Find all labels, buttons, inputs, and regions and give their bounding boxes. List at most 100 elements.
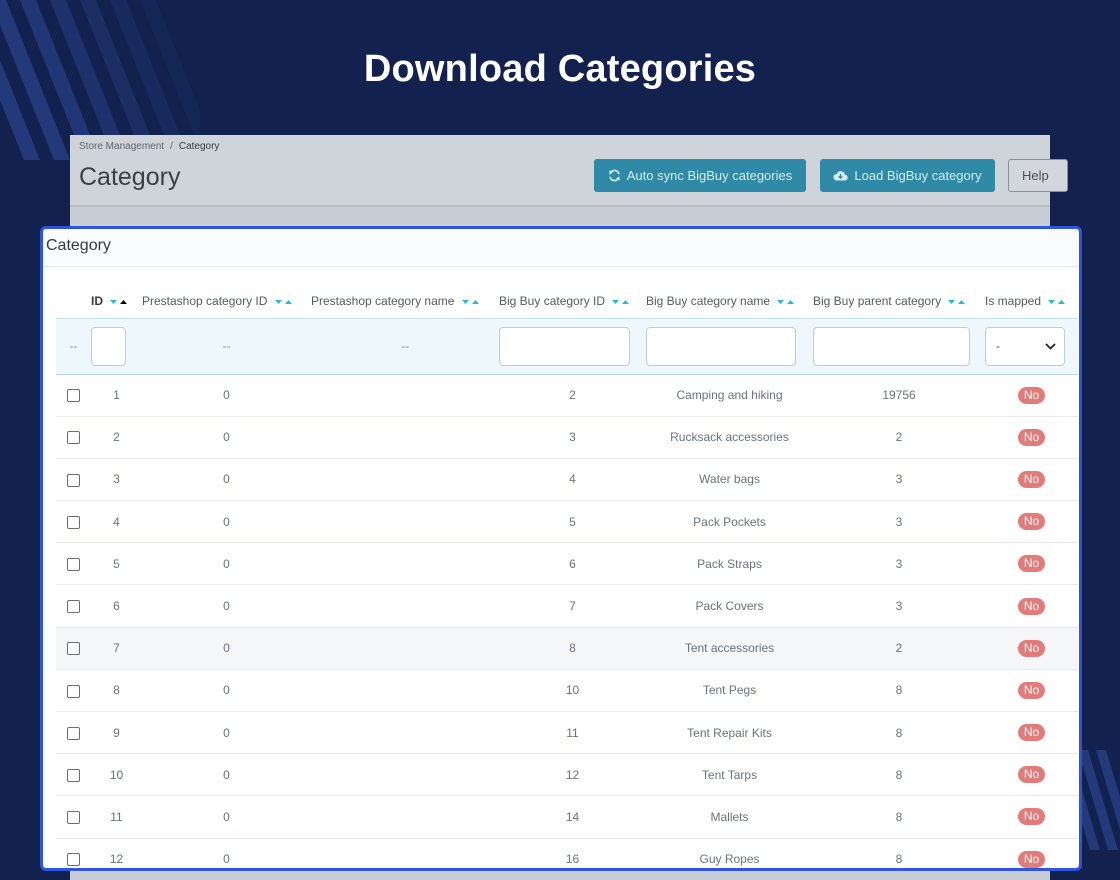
sort-desc-icon[interactable] xyxy=(1048,299,1056,304)
page-header: Store Management / Category Category Auto … xyxy=(70,135,1068,207)
table-row[interactable]: 2 0 3 Rucksack accessories 2 No xyxy=(56,416,1078,459)
cell-bigbuy-parent: 8 xyxy=(813,795,985,839)
row-select-cell xyxy=(56,753,91,797)
cell-id: 7 xyxy=(91,627,142,670)
sort-desc-icon[interactable] xyxy=(110,299,118,304)
column-header-bigbuy-parent[interactable]: Big Buy parent category xyxy=(813,285,985,318)
table-row[interactable]: 11 0 14 Mallets 8 No xyxy=(56,795,1078,839)
row-checkbox[interactable] xyxy=(67,473,80,487)
filter-bigbuy-name-input[interactable] xyxy=(646,326,796,366)
table-row[interactable]: 1 0 2 Camping and hiking 19756 No xyxy=(56,374,1078,417)
breadcrumb-parent[interactable]: Store Management xyxy=(79,141,164,152)
sort-icons[interactable] xyxy=(461,295,481,309)
cell-id: 11 xyxy=(91,795,142,839)
help-button[interactable]: Help xyxy=(1008,159,1068,192)
cell-prestashop-name xyxy=(311,584,499,628)
column-header-is-mapped[interactable]: Is mapped xyxy=(985,285,1078,318)
cell-id: 12 xyxy=(91,838,142,868)
cell-prestashop-name xyxy=(311,542,499,586)
auto-sync-button[interactable]: Auto sync BigBuy categories xyxy=(594,159,806,192)
chevron-down-icon xyxy=(1045,342,1056,350)
sort-desc-icon[interactable] xyxy=(461,299,469,304)
sort-icons[interactable] xyxy=(611,295,631,309)
column-header-label: Prestashop category name xyxy=(311,293,455,308)
row-checkbox[interactable] xyxy=(67,431,80,445)
row-checkbox[interactable] xyxy=(67,853,80,867)
row-checkbox[interactable] xyxy=(67,726,80,740)
filter-bigbuy-parent-input[interactable] xyxy=(813,326,970,366)
row-checkbox[interactable] xyxy=(67,811,80,825)
table-row[interactable]: 8 0 10 Tent Pegs 8 No xyxy=(56,669,1078,713)
sort-desc-icon[interactable] xyxy=(274,299,282,304)
column-header-id[interactable]: ID xyxy=(91,285,142,318)
table-row[interactable]: 6 0 7 Pack Covers 3 No xyxy=(56,584,1078,628)
sort-asc-icon[interactable] xyxy=(787,299,795,304)
cell-bigbuy-id: 6 xyxy=(499,542,646,586)
sort-desc-icon[interactable] xyxy=(777,299,785,304)
filter-bigbuy-id-input[interactable] xyxy=(499,326,630,366)
breadcrumb-current: Category xyxy=(178,141,220,152)
table-row[interactable]: 5 0 6 Pack Straps 3 No xyxy=(56,542,1078,586)
sort-icons[interactable] xyxy=(947,295,967,309)
row-select-cell xyxy=(56,838,91,868)
sort-desc-icon[interactable] xyxy=(612,299,620,304)
cell-id: 2 xyxy=(91,416,142,459)
cell-bigbuy-id: 14 xyxy=(499,795,646,839)
filter-is-mapped-select[interactable]: - xyxy=(985,326,1065,366)
sort-desc-icon[interactable] xyxy=(948,299,956,304)
cell-bigbuy-name: Pack Straps xyxy=(646,542,813,586)
table-row[interactable]: 7 0 8 Tent accessories 2 No xyxy=(56,627,1078,670)
cell-bigbuy-parent: 3 xyxy=(813,542,985,586)
cell-bigbuy-parent: 3 xyxy=(813,584,985,628)
row-checkbox[interactable] xyxy=(67,600,80,614)
column-header-prestashop-id[interactable]: Prestashop category ID xyxy=(142,285,311,318)
row-checkbox[interactable] xyxy=(67,684,80,698)
cell-prestashop-id: 0 xyxy=(142,795,311,839)
column-header-bigbuy-id[interactable]: Big Buy category ID xyxy=(499,285,646,318)
table-row[interactable]: 10 0 12 Tent Tarps 8 No xyxy=(56,753,1078,797)
sort-icons[interactable] xyxy=(776,295,796,309)
row-checkbox[interactable] xyxy=(67,389,80,403)
row-select-cell xyxy=(56,795,91,839)
cell-bigbuy-name: Camping and hiking xyxy=(646,374,813,417)
table-row[interactable]: 3 0 4 Water bags 3 No xyxy=(56,458,1078,502)
column-header-bigbuy-name[interactable]: Big Buy category name xyxy=(646,285,813,318)
cell-prestashop-name xyxy=(311,669,499,713)
cell-bigbuy-parent: 3 xyxy=(813,458,985,502)
status-badge: No xyxy=(1017,597,1046,615)
status-badge: No xyxy=(1017,639,1046,657)
cell-prestashop-id: 0 xyxy=(142,416,311,459)
status-badge: No xyxy=(1017,766,1046,784)
category-panel: Category ID Prestashop category ID Prest… xyxy=(40,226,1082,871)
cell-bigbuy-parent: 8 xyxy=(813,838,985,868)
cell-bigbuy-parent: 2 xyxy=(813,627,985,670)
filter-id-input[interactable] xyxy=(91,326,126,366)
sort-icons[interactable] xyxy=(109,295,129,309)
sort-asc-icon[interactable] xyxy=(1058,299,1066,304)
filter-placeholder: -- xyxy=(311,317,499,375)
cell-prestashop-id: 0 xyxy=(142,669,311,713)
cell-bigbuy-parent: 8 xyxy=(813,669,985,713)
sort-asc-icon[interactable] xyxy=(284,299,292,304)
category-table: ID Prestashop category ID Prestashop cat… xyxy=(56,285,1078,868)
row-checkbox[interactable] xyxy=(67,642,80,656)
column-header-prestashop-name[interactable]: Prestashop category name xyxy=(311,285,499,318)
help-label: Help xyxy=(1022,168,1049,183)
load-category-button[interactable]: Load BigBuy category xyxy=(820,159,995,192)
sort-icons[interactable] xyxy=(274,295,294,309)
sort-asc-icon[interactable] xyxy=(471,299,479,304)
table-row[interactable]: 9 0 11 Tent Repair Kits 8 No xyxy=(56,711,1078,755)
cell-bigbuy-id: 8 xyxy=(499,627,646,670)
table-row[interactable]: 12 0 16 Guy Ropes 8 No xyxy=(56,838,1078,868)
sort-asc-icon[interactable] xyxy=(622,299,630,304)
sort-icons[interactable] xyxy=(1047,295,1067,309)
sort-asc-icon[interactable] xyxy=(958,299,966,304)
table-row[interactable]: 4 0 5 Pack Pockets 3 No xyxy=(56,500,1078,544)
row-checkbox[interactable] xyxy=(67,515,80,529)
column-header-label: Big Buy parent category xyxy=(813,293,942,308)
row-checkbox[interactable] xyxy=(67,768,80,782)
status-badge: No xyxy=(1017,681,1046,699)
row-checkbox[interactable] xyxy=(67,558,80,571)
row-select-cell xyxy=(56,374,91,417)
sort-asc-icon[interactable] xyxy=(120,299,128,304)
